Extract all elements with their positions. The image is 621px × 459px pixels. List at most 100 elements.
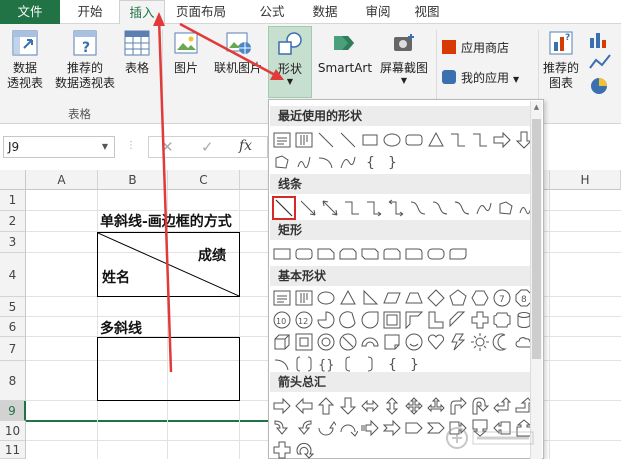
- shape-smiley-face[interactable]: [404, 332, 424, 352]
- shape-quad-arrow[interactable]: [404, 396, 424, 416]
- tab-insert[interactable]: 插入: [119, 0, 165, 25]
- shape-curve-line[interactable]: [474, 198, 494, 218]
- shape-elbow-connector[interactable]: [342, 198, 362, 218]
- tab-home[interactable]: 开始: [62, 0, 118, 24]
- recommended-charts-button[interactable]: ? 推荐的 图表: [540, 28, 582, 91]
- shape-basic-textbox[interactable]: [272, 288, 292, 308]
- shape-half-frame[interactable]: [404, 310, 424, 330]
- shape-bevel[interactable]: [294, 332, 314, 352]
- shape-basic-triangle[interactable]: [338, 288, 358, 308]
- select-all-corner[interactable]: [0, 170, 26, 190]
- shape-rectangle[interactable]: [360, 130, 380, 150]
- smartart-button[interactable]: SmartArt: [314, 28, 376, 76]
- shape-line[interactable]: [316, 130, 336, 150]
- name-box-dropdown-icon[interactable]: ▼: [102, 137, 108, 157]
- shape-block-right-arrow[interactable]: [272, 396, 292, 416]
- shape-right-triangle[interactable]: [360, 288, 380, 308]
- online-pictures-button[interactable]: 联机图片: [208, 28, 268, 76]
- shape-plaque[interactable]: [492, 310, 512, 330]
- shape-moon[interactable]: [492, 332, 512, 352]
- shape-right-brace-basic[interactable]: }: [404, 354, 424, 374]
- shape-cross[interactable]: [470, 310, 490, 330]
- shape-curved-right-arrow[interactable]: [272, 418, 292, 438]
- shape-curved-connector[interactable]: [408, 198, 428, 218]
- pivottable-button[interactable]: 数据 透视表: [2, 28, 48, 91]
- shape-sun[interactable]: [470, 332, 490, 352]
- shape-elbow-double-arrow[interactable]: [386, 198, 406, 218]
- shape-pentagon-arrow[interactable]: [404, 418, 424, 438]
- row-header-9[interactable]: 9: [0, 401, 26, 421]
- shape-curved-up-arrow[interactable]: [316, 418, 336, 438]
- shape-frame[interactable]: [382, 310, 402, 330]
- scroll-up-icon[interactable]: ▲: [532, 103, 541, 113]
- shape-left-bracket[interactable]: [338, 354, 358, 374]
- shape-round-snip-rect[interactable]: [382, 244, 402, 264]
- insert-function-icon[interactable]: fx: [239, 138, 252, 154]
- column-header-h[interactable]: H: [550, 170, 621, 190]
- shape-hexagon[interactable]: [470, 288, 490, 308]
- shape-double-bracket[interactable]: [294, 354, 314, 374]
- shape-elbow-connector[interactable]: [448, 130, 468, 150]
- shape-arc-basic[interactable]: [272, 354, 292, 374]
- shape-triangle[interactable]: [426, 130, 446, 150]
- shape-no-symbol[interactable]: [338, 332, 358, 352]
- shape-freeform[interactable]: [272, 152, 292, 172]
- shapes-gallery-scrollbar[interactable]: ▲: [530, 101, 542, 459]
- shape-round-diagonal-rect[interactable]: [448, 244, 468, 264]
- shape-line-2[interactable]: [338, 130, 358, 150]
- shape-arc[interactable]: [316, 152, 336, 172]
- tab-file[interactable]: 文件: [0, 0, 60, 24]
- table-button[interactable]: 表格: [118, 28, 156, 76]
- shape-textbox[interactable]: [272, 130, 292, 150]
- shape-heart[interactable]: [426, 332, 446, 352]
- shape-double-brace[interactable]: {}: [316, 354, 336, 374]
- row-header-2[interactable]: 2: [0, 211, 26, 232]
- shape-bent-arrow[interactable]: [448, 396, 468, 416]
- row-header-10[interactable]: 10: [0, 421, 26, 441]
- shape-basic-vertical-textbox[interactable]: [294, 288, 314, 308]
- shape-circular-arrow[interactable]: [294, 440, 314, 459]
- chart-types-button[interactable]: [586, 28, 618, 104]
- row-header-6[interactable]: 6: [0, 317, 26, 337]
- shape-left-right-arrow[interactable]: [360, 396, 380, 416]
- row-header-4[interactable]: 4: [0, 253, 26, 297]
- diagonal-header-cell[interactable]: 成绩 姓名: [97, 232, 240, 297]
- shape-block-arc[interactable]: [360, 332, 380, 352]
- shape-rounded-rect[interactable]: [294, 244, 314, 264]
- tab-review[interactable]: 审阅: [358, 0, 398, 24]
- shape-straight-line-selected[interactable]: [272, 196, 296, 220]
- shape-right-arrow[interactable]: [492, 130, 512, 150]
- shape-left-brace[interactable]: {: [360, 152, 380, 172]
- shape-block-down-arrow[interactable]: [338, 396, 358, 416]
- tab-formulas[interactable]: 公式: [252, 0, 292, 24]
- column-header-c[interactable]: C: [168, 170, 240, 190]
- recommended-pivottables-button[interactable]: ? 推荐的 数据透视表: [50, 28, 120, 91]
- shape-rounded-rectangle[interactable]: [404, 130, 424, 150]
- shape-heptagon[interactable]: 7: [492, 288, 512, 308]
- shape-chevron[interactable]: [426, 418, 446, 438]
- shape-l-shape[interactable]: [426, 310, 446, 330]
- shape-curved-down-arrow[interactable]: [338, 418, 358, 438]
- shape-freeform-line[interactable]: [496, 198, 516, 218]
- shape-donut[interactable]: [316, 332, 336, 352]
- shape-curved-double-arrow[interactable]: [452, 198, 472, 218]
- shape-dodecagon[interactable]: 12: [294, 310, 314, 330]
- shape-round-single-corner-rect[interactable]: [404, 244, 424, 264]
- shape-curve[interactable]: [338, 152, 358, 172]
- shape-arrow-line[interactable]: [298, 198, 318, 218]
- tab-page-layout[interactable]: 页面布局: [168, 0, 234, 24]
- shape-vertical-textbox[interactable]: [294, 130, 314, 150]
- shape-block-up-arrow[interactable]: [316, 396, 336, 416]
- multi-diagonal-cell[interactable]: [97, 337, 240, 401]
- screenshot-button[interactable]: 屏幕截图 ▼: [374, 28, 434, 86]
- shape-pentagon[interactable]: [448, 288, 468, 308]
- shape-up-down-arrow[interactable]: [382, 396, 402, 416]
- row-header-5[interactable]: 5: [0, 297, 26, 317]
- row-header-3[interactable]: 3: [0, 232, 26, 253]
- shape-snip-diagonal-rect[interactable]: [360, 244, 380, 264]
- shape-rect[interactable]: [272, 244, 292, 264]
- shape-decagon[interactable]: 10: [272, 310, 292, 330]
- shape-teardrop[interactable]: [360, 310, 380, 330]
- shape-left-brace-basic[interactable]: {: [382, 354, 402, 374]
- shape-double-arrow-line[interactable]: [320, 198, 340, 218]
